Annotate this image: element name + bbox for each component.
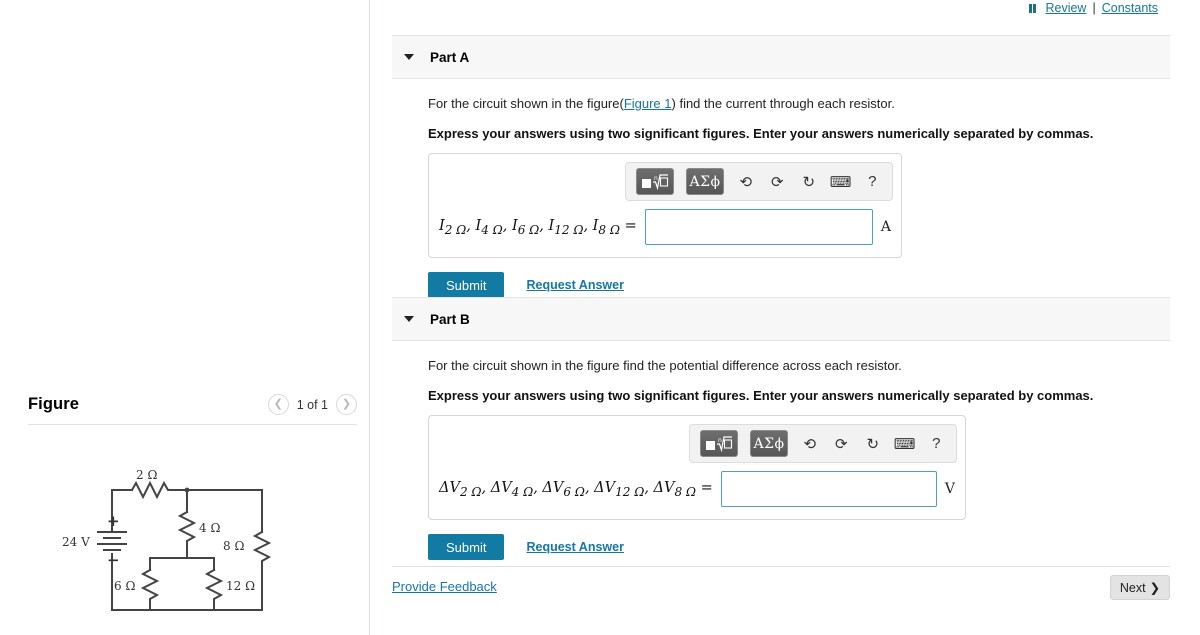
- part-b-prompt: For the circuit shown in the figure find…: [428, 358, 902, 373]
- part-b-answer-input[interactable]: [720, 471, 937, 508]
- part-a-math-toolbar: n ΑΣϕ ⟲ ⟳ ↻ ⌨ ?: [625, 162, 893, 202]
- part-a-header[interactable]: Part A: [392, 35, 1170, 79]
- source-label: 24 V: [62, 535, 90, 549]
- figure-1-link[interactable]: Figure 1: [624, 96, 672, 111]
- help-icon[interactable]: ?: [863, 171, 882, 193]
- resistor-label-8ohm: 8 Ω: [223, 539, 244, 553]
- keyboard-icon[interactable]: ⌨: [894, 433, 916, 455]
- part-a-prompt-after: ) find the current through each resistor…: [671, 96, 895, 111]
- undo-icon[interactable]: ⟲: [736, 171, 755, 193]
- svg-text:n: n: [654, 175, 658, 182]
- figure-header: Figure ❮ 1 of 1 ❯: [28, 394, 357, 415]
- part-a-prompt: For the circuit shown in the figure(Figu…: [428, 95, 1170, 113]
- part-b-header[interactable]: Part B: [392, 297, 1170, 341]
- battery-plus-sign: +: [107, 512, 120, 530]
- footer-divider: [392, 566, 1170, 567]
- help-icon[interactable]: ?: [927, 433, 946, 455]
- next-button[interactable]: Next ❯: [1110, 575, 1170, 600]
- caret-down-icon[interactable]: [404, 316, 414, 322]
- part-b-body: For the circuit shown in the figure find…: [392, 341, 1170, 561]
- next-button-label: Next: [1119, 580, 1146, 595]
- part-b-submit-row: Submit Request Answer: [428, 534, 1170, 561]
- math-template-button[interactable]: n: [700, 430, 739, 458]
- math-template-button[interactable]: n: [636, 168, 675, 196]
- greek-symbols-button[interactable]: ΑΣϕ: [686, 168, 725, 196]
- figure-nav: ❮ 1 of 1 ❯: [267, 394, 357, 415]
- part-b-answer-box: n ΑΣϕ ⟲ ⟳ ↻ ⌨ ? ΔV2 Ω, ΔV4 Ω, ΔV6 Ω, ΔV1…: [428, 415, 966, 521]
- resistor-label-12ohm: 12 Ω: [226, 579, 255, 593]
- reset-icon[interactable]: ↻: [799, 171, 818, 193]
- part-a-submit-row: Submit Request Answer: [428, 272, 1170, 299]
- part-b-request-answer-link[interactable]: Request Answer: [526, 540, 623, 554]
- part-a-unit: A: [880, 219, 891, 236]
- part-b-answer-label: ΔV2 Ω, ΔV4 Ω, ΔV6 Ω, ΔV12 Ω, ΔV8 Ω =: [439, 479, 713, 499]
- part-a-label: Part A: [430, 49, 470, 65]
- part-a-answer-box: n ΑΣϕ ⟲ ⟳ ↻ ⌨ ? I2 Ω, I4 Ω, I6 Ω, I12 Ω,…: [428, 153, 902, 259]
- chevron-left-icon[interactable]: ❮: [267, 394, 289, 415]
- part-b-label: Part B: [430, 311, 470, 327]
- keyboard-icon[interactable]: ⌨: [830, 171, 852, 193]
- chevron-right-icon: ❯: [1149, 581, 1161, 595]
- part-b-submit-button[interactable]: Submit: [428, 534, 505, 561]
- part-a-answer-input[interactable]: [644, 209, 873, 246]
- reset-icon[interactable]: ↻: [863, 433, 882, 455]
- part-a-answer-label: I2 Ω, I4 Ω, I6 Ω, I12 Ω, I8 Ω =: [439, 217, 637, 237]
- battery-minus-sign: −: [107, 551, 120, 569]
- redo-icon[interactable]: ⟳: [768, 171, 787, 193]
- problem-pane: Part A For the circuit shown in the figu…: [369, 0, 1200, 635]
- redo-icon[interactable]: ⟳: [832, 433, 851, 455]
- figure-pane: Figure ❮ 1 of 1 ❯ + − 24 V 2 Ω 4 Ω 8 Ω 6…: [0, 0, 369, 635]
- part-a-prompt-before: For the circuit shown in the figure(: [428, 96, 624, 111]
- greek-symbols-button[interactable]: ΑΣϕ: [750, 430, 789, 458]
- figure-counter: 1 of 1: [296, 397, 328, 412]
- provide-feedback-link[interactable]: Provide Feedback: [392, 579, 497, 594]
- figure-divider: [28, 424, 357, 425]
- figure-title: Figure: [28, 395, 80, 413]
- part-b-instruction: Express your answers using two significa…: [428, 388, 1094, 404]
- caret-down-icon[interactable]: [404, 54, 414, 60]
- part-a-answer-row: I2 Ω, I4 Ω, I6 Ω, I12 Ω, I8 Ω = A: [429, 201, 901, 257]
- part-a-body: For the circuit shown in the figure(Figu…: [392, 79, 1170, 299]
- part-b-answer-row: ΔV2 Ω, ΔV4 Ω, ΔV6 Ω, ΔV12 Ω, ΔV8 Ω = V: [429, 463, 965, 519]
- resistor-label-4ohm: 4 Ω: [199, 521, 220, 535]
- circuit-diagram-svg: + − 24 V 2 Ω 4 Ω 8 Ω 6 Ω 12 Ω: [62, 468, 272, 611]
- page-root: Review | Constants Figure ❮ 1 of 1 ❯ + −…: [0, 0, 1200, 635]
- part-b-unit: V: [944, 481, 955, 498]
- part-b-block: Part B For the circuit shown in the figu…: [392, 297, 1170, 561]
- undo-icon[interactable]: ⟲: [800, 433, 819, 455]
- template-glyph-icon: n: [706, 436, 733, 453]
- resistor-label-2ohm: 2 Ω: [136, 470, 157, 482]
- template-glyph-icon: n: [642, 174, 669, 191]
- part-a-instruction: Express your answers using two significa…: [428, 126, 1094, 142]
- resistor-label-6ohm: 6 Ω: [114, 579, 135, 593]
- chevron-right-icon[interactable]: ❯: [336, 394, 357, 415]
- part-b-math-toolbar: n ΑΣϕ ⟲ ⟳ ↻ ⌨ ?: [689, 424, 957, 464]
- part-a-block: Part A For the circuit shown in the figu…: [392, 35, 1170, 299]
- circuit-figure: + − 24 V 2 Ω 4 Ω 8 Ω 6 Ω 12 Ω: [60, 468, 290, 630]
- part-a-request-answer-link[interactable]: Request Answer: [526, 278, 623, 292]
- part-a-submit-button[interactable]: Submit: [428, 272, 505, 299]
- junction-dot-top: [184, 487, 190, 493]
- svg-text:n: n: [718, 437, 722, 444]
